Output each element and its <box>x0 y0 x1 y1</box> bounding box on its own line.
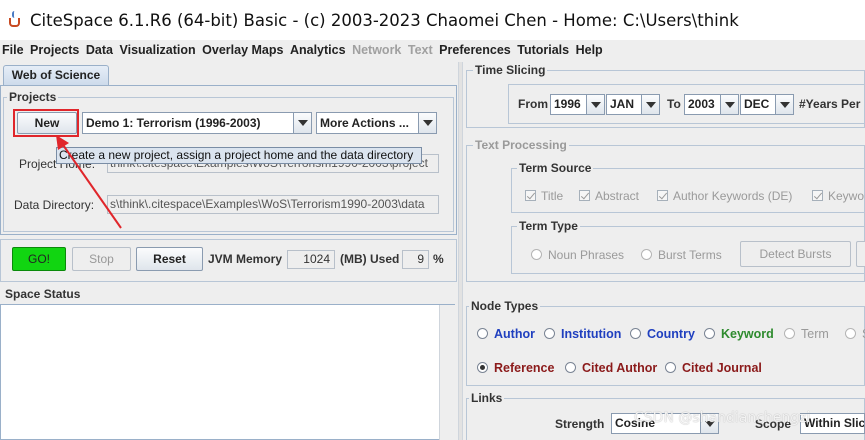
node-type-institution[interactable]: Institution <box>544 327 621 341</box>
burst-terms-radio: Burst Terms <box>641 248 722 262</box>
chevron-down-icon <box>720 95 738 114</box>
time-slicing-title: Time Slicing <box>473 63 548 77</box>
radio-icon <box>565 362 576 373</box>
mb-used-label: (MB) Used <box>340 252 400 266</box>
to-year-select[interactable]: 2003 <box>684 94 739 115</box>
overflow-button <box>856 241 865 267</box>
watermark: CSDN @shandianchengzi <box>634 410 811 426</box>
from-month-select[interactable]: JAN <box>606 94 660 115</box>
to-year-value: 2003 <box>688 97 715 111</box>
node-type-keyword[interactable]: Keyword <box>704 327 774 341</box>
radio-icon <box>630 328 641 339</box>
to-label: To <box>667 97 681 111</box>
node-type-country[interactable]: Country <box>630 327 695 341</box>
reset-button[interactable]: Reset <box>136 247 203 271</box>
scope-value: Within Slices <box>804 416 865 430</box>
years-per-slice-label: #Years Per <box>799 97 861 111</box>
chevron-down-icon <box>641 95 659 114</box>
radio-icon <box>665 362 676 373</box>
strength-label: Strength <box>555 417 605 431</box>
from-year-value: 1996 <box>554 97 581 111</box>
to-month-select[interactable]: DEC <box>740 94 794 115</box>
space-status-scrollbar[interactable] <box>439 305 455 440</box>
radio-icon <box>704 328 715 339</box>
noun-phrases-radio: Noun Phrases <box>531 248 624 262</box>
chevron-down-icon <box>586 95 604 114</box>
source-abstract-checkbox: Abstract <box>579 189 639 203</box>
term-source-title: Term Source <box>517 161 594 175</box>
go-button[interactable]: GO! <box>12 247 66 271</box>
node-type-cited-journal[interactable]: Cited Journal <box>665 361 762 375</box>
chevron-down-icon <box>775 95 793 114</box>
node-type-term: Term <box>784 327 829 341</box>
from-year-select[interactable]: 1996 <box>550 94 605 115</box>
from-label: From <box>518 97 548 111</box>
term-type-title: Term Type <box>517 219 580 233</box>
node-types-title: Node Types <box>469 299 541 313</box>
stop-button: Stop <box>72 247 131 271</box>
source-title-checkbox: Title <box>525 189 563 203</box>
node-type-author[interactable]: Author <box>477 327 535 341</box>
radio-icon <box>641 249 652 260</box>
detect-bursts-button: Detect Bursts <box>740 241 851 267</box>
node-type-cited-author[interactable]: Cited Author <box>565 361 657 375</box>
memory-used-value: 9 <box>402 250 429 269</box>
radio-selected-icon <box>477 362 488 373</box>
radio-icon <box>784 328 795 339</box>
radio-icon <box>544 328 555 339</box>
radio-icon <box>531 249 542 260</box>
jvm-memory-value: 1024 <box>287 250 335 269</box>
source-keywords-plus-checkbox: Keywo <box>812 189 864 203</box>
from-month-value: JAN <box>610 97 635 111</box>
radio-icon <box>477 328 488 339</box>
percent-sign: % <box>433 252 444 266</box>
node-type-reference[interactable]: Reference <box>477 361 554 375</box>
text-processing-title: Text Processing <box>473 138 569 152</box>
to-month-value: DEC <box>744 97 770 111</box>
checkbox-icon <box>657 190 668 201</box>
space-status-area[interactable] <box>0 304 455 440</box>
node-type-source: S <box>845 327 865 341</box>
checkbox-icon <box>812 190 823 201</box>
checkbox-icon <box>579 190 590 201</box>
radio-icon <box>845 328 856 339</box>
space-status-title: Space Status <box>3 287 83 301</box>
checkbox-icon <box>525 190 536 201</box>
links-title: Links <box>469 391 505 405</box>
jvm-memory-label: JVM Memory <box>208 252 283 266</box>
source-author-keywords-checkbox: Author Keywords (DE) <box>657 189 792 203</box>
